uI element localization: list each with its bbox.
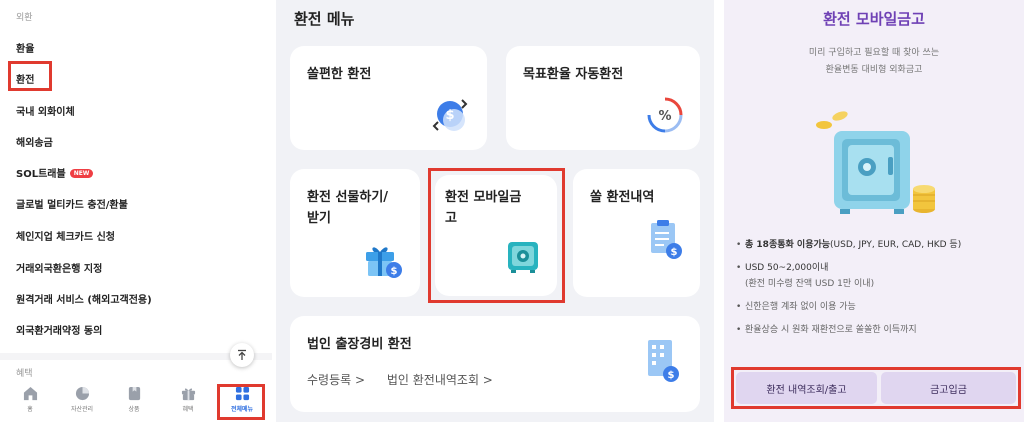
- menu-item-global-multicard[interactable]: 글로벌 멀티카드 충전/환불: [16, 196, 128, 211]
- section-title-benefit: 혜택: [16, 369, 33, 379]
- highlight-box-mobile-safe: [428, 168, 565, 303]
- card-target-rate-exchange[interactable]: 목표환율 자동환전 %: [506, 46, 700, 150]
- highlight-box-all-menu: [217, 384, 265, 420]
- tab-home[interactable]: 홈: [8, 386, 52, 413]
- exchange-menu-panel: 환전 메뉴 쏠편한 환전 $ 목표환율 자동환전 % 환전 선물하기/ 받기 $…: [276, 0, 714, 422]
- arrow-up-icon: [238, 349, 246, 360]
- menu-item-domestic-transfer[interactable]: 국내 외화이체: [16, 103, 75, 118]
- exchange-arrows-icon: $: [432, 99, 468, 131]
- tab-asset-management[interactable]: 자산관리: [60, 386, 104, 413]
- card-label: 쏠편한 환전: [307, 67, 372, 82]
- svg-text:$: $: [668, 370, 675, 381]
- card-label: 환전 선물하기/ 받기: [307, 190, 389, 226]
- link-corporate-history[interactable]: 법인 환전내역조회 >: [387, 373, 493, 387]
- link-receipt-registration[interactable]: 수령등록 >: [307, 373, 365, 387]
- card-exchange-history[interactable]: 쏠 환전내역 $: [573, 169, 700, 297]
- pie-chart-icon: [75, 386, 89, 401]
- new-badge: NEW: [69, 169, 94, 178]
- building-dollar-icon: $: [648, 340, 679, 382]
- tab-label: 자산관리: [70, 406, 94, 413]
- corporate-links: 수령등록 > 법인 환전내역조회 >: [307, 371, 511, 388]
- scroll-to-top-button[interactable]: [230, 343, 254, 367]
- action-buttons-highlight: 환전 내역조회/출고 금고입금: [731, 367, 1021, 409]
- tab-label: 상품: [128, 406, 140, 413]
- feature-item: USD 50~2,000이내 (환전 미수령 잔액 USD 1만 이내): [736, 263, 1016, 290]
- feature-text: USD 50~2,000이내: [745, 263, 829, 273]
- card-label: 목표환율 자동환전: [523, 67, 624, 82]
- card-exchange-gift[interactable]: 환전 선물하기/ 받기 $: [290, 169, 420, 297]
- feature-subtext: (환전 미수령 잔액 USD 1만 이내): [745, 279, 875, 289]
- svg-text:%: %: [658, 109, 671, 124]
- gift-icon: [181, 388, 195, 401]
- percent-cycle-icon: %: [647, 97, 683, 133]
- description-line: 환율변동 대비형 외화금고: [825, 65, 923, 75]
- feature-bold-text: 총 18종통화 이용가능: [745, 240, 831, 250]
- feature-item: 환율상승 시 원화 재환전으로 쏠쏠한 이득까지: [736, 325, 1016, 336]
- page-title: 환전 모바일금고: [823, 10, 925, 28]
- feature-item: 신한은행 계좌 없이 이용 가능: [736, 302, 1016, 313]
- safe-description: 미리 구입하고 필요할 때 찾아 쓰는 환율변동 대비형 외화금고: [724, 45, 1024, 79]
- menu-item-remote-service[interactable]: 원격거래 서비스 (해외고객전용): [16, 291, 152, 306]
- feature-list: 총 18종통화 이용가능(USD, JPY, EUR, CAD, HKD 등) …: [736, 240, 1016, 348]
- menu-item-changeup-card[interactable]: 체인지업 체크카드 신청: [16, 228, 115, 243]
- page-title: 환전 메뉴: [294, 10, 355, 28]
- document-dollar-icon: $: [651, 220, 682, 259]
- home-icon: [23, 386, 37, 401]
- history-withdraw-button[interactable]: 환전 내역조회/출고: [736, 372, 877, 404]
- tab-benefits[interactable]: 혜택: [166, 386, 210, 413]
- menu-item-sol-travel[interactable]: SOL트래블 NEW: [16, 165, 94, 180]
- card-label: 법인 출장경비 환전: [307, 337, 412, 352]
- card-easy-exchange[interactable]: 쏠편한 환전 $: [290, 46, 487, 150]
- menu-item-overseas-remittance[interactable]: 해외송금: [16, 134, 53, 149]
- menu-item-exchange-rate[interactable]: 환율: [16, 40, 34, 55]
- menu-item-forex-bank-designation[interactable]: 거래외국환은행 지정: [16, 260, 102, 275]
- highlight-box-exchange: [8, 61, 52, 91]
- svg-text:$: $: [445, 108, 454, 123]
- description-line: 미리 구입하고 필요할 때 찾아 쓰는: [808, 48, 940, 58]
- gift-dollar-icon: $: [366, 247, 402, 278]
- full-menu-panel: 외환 환율 환전 국내 외화이체 해외송금 SOL트래블 NEW 글로벌 멀티카드…: [0, 0, 272, 422]
- menu-item-forex-agreement[interactable]: 외국환거래약정 동의: [16, 322, 102, 337]
- feature-item: 총 18종통화 이용가능(USD, JPY, EUR, CAD, HKD 등): [736, 240, 1016, 251]
- tab-label: 혜택: [182, 406, 194, 413]
- menu-item-label: SOL트래블: [16, 169, 66, 180]
- safe-deposit-button[interactable]: 금고입금: [881, 372, 1016, 404]
- card-label: 쏠 환전내역: [590, 190, 655, 205]
- svg-text:$: $: [671, 247, 678, 258]
- tab-products[interactable]: 상품: [112, 386, 156, 413]
- product-icon: [128, 386, 140, 401]
- card-corporate-travel-exchange[interactable]: 법인 출장경비 환전 수령등록 > 법인 환전내역조회 > $: [290, 316, 700, 412]
- section-title-forex: 외환: [16, 13, 33, 23]
- bottom-tab-bar: 홈 자산관리 상품 혜택 전체메뉴: [0, 380, 272, 422]
- feature-text: (USD, JPY, EUR, CAD, HKD 등): [830, 240, 962, 250]
- tab-label: 홈: [27, 406, 33, 413]
- svg-text:$: $: [391, 266, 398, 277]
- safe-with-coins-illustration: [816, 111, 935, 214]
- mobile-safe-panel: 환전 모바일금고 미리 구입하고 필요할 때 찾아 쓰는 환율변동 대비형 외화…: [724, 0, 1024, 422]
